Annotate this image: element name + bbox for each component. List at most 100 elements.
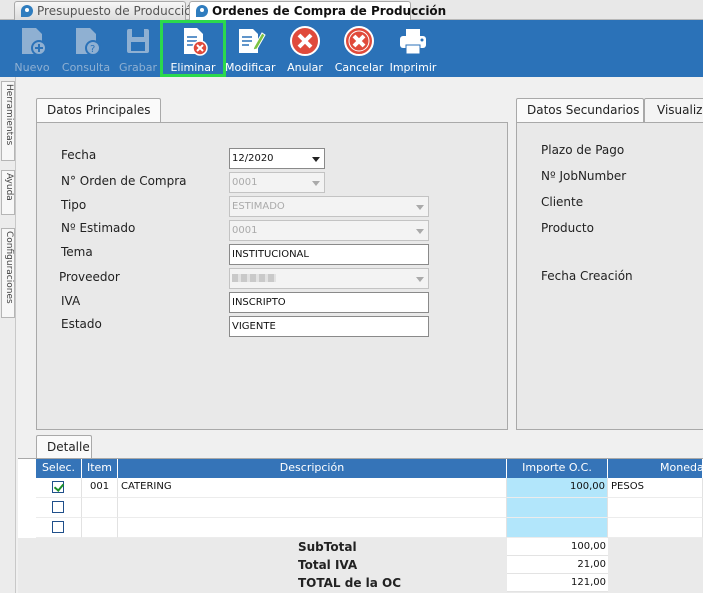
- cancel-circle-icon: [344, 26, 374, 56]
- importe-cell[interactable]: 100,00: [507, 478, 608, 498]
- chevron-down-icon: [312, 181, 320, 186]
- item-cell: 001: [82, 478, 118, 498]
- tab-datos-secundarios[interactable]: Datos Secundarios: [516, 98, 644, 122]
- tab-datos-principales[interactable]: Datos Principales: [36, 98, 161, 122]
- chevron-down-icon: [416, 229, 424, 234]
- estimado-select[interactable]: 0001: [229, 220, 429, 241]
- estado-input[interactable]: VIGENTE: [229, 316, 429, 337]
- detalle-grid: Selec. Item Descripción Importe O.C. Mon…: [18, 458, 703, 593]
- column-header-item[interactable]: Item: [82, 459, 118, 478]
- iva-input[interactable]: INSCRIPTO: [229, 292, 429, 313]
- total-oc-label: TOTAL de la OC: [298, 576, 402, 590]
- side-tab-bar: Herramientas Ayuda Configuraciones: [0, 77, 16, 593]
- tema-label: Tema: [61, 245, 93, 259]
- descripcion-cell[interactable]: [118, 518, 507, 538]
- descripcion-cell[interactable]: [118, 498, 507, 518]
- location-pin-icon: [196, 5, 208, 17]
- tab-detalle[interactable]: Detalle: [36, 435, 92, 459]
- orden-compra-select[interactable]: 0001: [229, 172, 325, 193]
- eliminar-button[interactable]: Eliminar: [160, 20, 226, 77]
- moneda-cell[interactable]: [608, 498, 703, 518]
- row-select-checkbox[interactable]: [52, 481, 64, 493]
- table-row[interactable]: [36, 478, 82, 498]
- tema-value: INSTITUCIONAL: [232, 249, 309, 260]
- tab-label: Detalle: [47, 440, 90, 454]
- subtotal-label: SubTotal: [298, 540, 357, 554]
- proveedor-select[interactable]: [229, 268, 429, 289]
- producto-label: Producto: [541, 221, 594, 235]
- column-header-descripcion[interactable]: Descripción: [118, 459, 507, 478]
- anular-button[interactable]: Anular: [283, 20, 327, 77]
- moneda-cell[interactable]: [608, 518, 703, 538]
- tab-presupuesto[interactable]: Presupuesto de Producción: [14, 1, 199, 20]
- column-header-importe[interactable]: Importe O.C.: [507, 459, 608, 478]
- tab-label: Ordenes de Compra de Producción: [212, 4, 447, 18]
- side-tab-configuraciones[interactable]: Configuraciones: [1, 228, 15, 318]
- datos-principales-panel: Fecha 12/2020 N° Orden de Compra 0001 Ti…: [36, 122, 508, 430]
- side-tab-ayuda[interactable]: Ayuda: [1, 170, 15, 215]
- edit-pencil-icon: [239, 29, 266, 53]
- column-header-moneda[interactable]: Moneda: [608, 459, 703, 478]
- item-cell: [82, 518, 118, 538]
- tema-input[interactable]: INSTITUCIONAL: [229, 244, 429, 265]
- anular-label: Anular: [287, 61, 323, 74]
- location-pin-icon: [21, 5, 33, 17]
- toolbar: Nuevo ? Consulta Grabar Eliminar Modific…: [0, 20, 703, 77]
- delete-document-icon: [184, 28, 208, 56]
- modificar-label: Modificar: [225, 61, 276, 74]
- estado-label: Estado: [61, 317, 102, 331]
- subtotal-value: 100,00: [507, 538, 608, 556]
- save-floppy-icon: [127, 29, 149, 53]
- row-select-checkbox[interactable]: [52, 501, 64, 513]
- imprimir-button[interactable]: Imprimir: [388, 20, 438, 77]
- fecha-label: Fecha: [61, 148, 97, 162]
- consulta-label: Consulta: [61, 61, 111, 74]
- moneda-cell[interactable]: PESOS: [608, 478, 703, 498]
- query-document-icon: ?: [76, 28, 101, 56]
- jobnumber-label: Nº JobNumber: [541, 169, 627, 183]
- side-tab-herramientas[interactable]: Herramientas: [1, 81, 15, 161]
- total-iva-label: Total IVA: [298, 558, 358, 572]
- chevron-down-icon: [312, 157, 320, 162]
- table-row[interactable]: [36, 518, 82, 538]
- cliente-label: Cliente: [541, 195, 584, 209]
- window-tab-bar: Presupuesto de Producción Ordenes de Com…: [0, 0, 703, 21]
- modificar-button[interactable]: Modificar: [225, 20, 276, 77]
- fecha-select[interactable]: 12/2020: [229, 148, 325, 169]
- plazo-pago-label: Plazo de Pago: [541, 143, 625, 157]
- total-oc-value: 121,00: [507, 574, 608, 592]
- nuevo-button[interactable]: Nuevo: [10, 20, 54, 77]
- svg-text:?: ?: [90, 44, 95, 55]
- descripcion-cell[interactable]: CATERING: [118, 478, 507, 498]
- total-iva-value: 21,00: [507, 556, 608, 574]
- proveedor-label: Proveedor: [59, 270, 120, 284]
- chevron-down-icon: [416, 205, 424, 210]
- fecha-value: 12/2020: [232, 153, 274, 164]
- tipo-select[interactable]: ESTIMADO: [229, 196, 429, 217]
- grabar-button[interactable]: Grabar: [117, 20, 159, 77]
- consulta-button[interactable]: ? Consulta: [60, 20, 112, 77]
- tab-label: Datos Principales: [47, 103, 151, 117]
- importe-cell[interactable]: [507, 498, 608, 518]
- tab-label: Presupuesto de Producción: [37, 4, 200, 18]
- orden-compra-value: 0001: [232, 177, 258, 188]
- tab-ordenes-compra[interactable]: Ordenes de Compra de Producción: [189, 1, 446, 21]
- printer-icon: [400, 29, 426, 55]
- grabar-label: Grabar: [118, 61, 158, 74]
- cancelar-label: Cancelar: [334, 61, 384, 74]
- importe-cell[interactable]: [507, 518, 608, 538]
- side-tab-label: Configuraciones: [4, 231, 14, 304]
- tab-visualizar[interactable]: Visualiza: [644, 98, 703, 122]
- side-tab-label: Ayuda: [4, 173, 14, 201]
- row-select-checkbox[interactable]: [52, 521, 64, 533]
- cancelar-button[interactable]: Cancelar: [334, 20, 384, 77]
- table-row[interactable]: [36, 498, 82, 518]
- new-document-icon: [22, 28, 47, 56]
- estimado-value: 0001: [232, 225, 258, 236]
- tab-label: Visualiza: [657, 103, 703, 117]
- column-header-selec[interactable]: Selec.: [36, 459, 82, 478]
- orden-compra-label: N° Orden de Compra: [61, 174, 187, 188]
- fecha-creacion-label: Fecha Creación: [541, 269, 633, 283]
- cancel-circle-icon: [290, 26, 320, 56]
- side-tab-label: Herramientas: [4, 84, 14, 146]
